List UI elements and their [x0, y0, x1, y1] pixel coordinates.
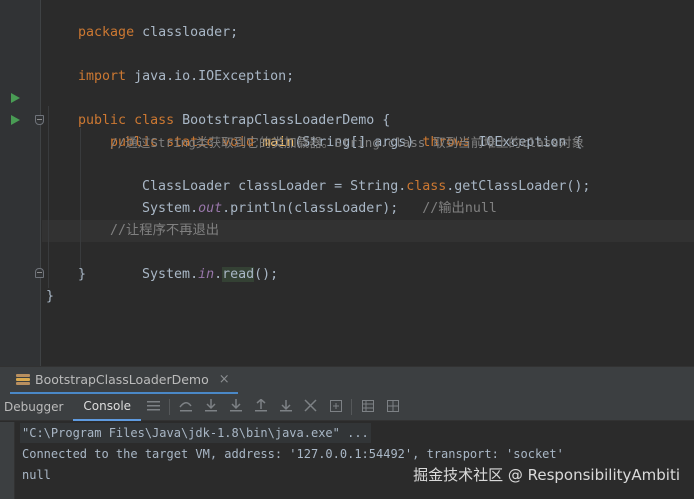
- run-main-icon[interactable]: [11, 115, 20, 125]
- run-tab-label: BootstrapClassLoaderDemo: [35, 372, 209, 387]
- step-over-icon[interactable]: [173, 400, 198, 415]
- step-into-icon[interactable]: [198, 399, 223, 415]
- code-line-println[interactable]: System.out.println(classLoader); //输出nul…: [110, 176, 497, 216]
- step-out-icon[interactable]: [248, 398, 273, 415]
- code-text: System.: [142, 267, 199, 282]
- close-icon[interactable]: ×: [219, 372, 230, 387]
- static-field: in: [198, 267, 215, 282]
- method-call: read: [222, 267, 255, 282]
- import-name: java.io.IOException;: [126, 69, 295, 84]
- fold-end-icon[interactable]: [35, 268, 44, 278]
- fold-collapse-icon[interactable]: [35, 115, 44, 125]
- evaluate-icon[interactable]: [323, 399, 348, 415]
- console-command-line[interactable]: "C:\Program Files\Java\jdk-1.8\bin\java.…: [20, 423, 371, 443]
- drop-frame-icon[interactable]: [273, 399, 298, 415]
- tool-window-header: BootstrapClassLoaderDemo ×: [0, 366, 694, 395]
- console-output-line: Connected to the target VM, address: '12…: [22, 447, 564, 461]
- closing-brace[interactable]: }: [78, 264, 86, 286]
- application-icon: [16, 373, 30, 386]
- table-icon[interactable]: [355, 399, 380, 415]
- code-text: ();: [254, 267, 279, 282]
- menu-icon[interactable]: [141, 400, 166, 414]
- code-comment: //输出null: [398, 201, 497, 216]
- watermark: 掘金技术社区 @ ResponsibilityAmbiti: [413, 466, 680, 484]
- console-output-line: null: [22, 468, 51, 482]
- editor-gutter[interactable]: [0, 0, 41, 366]
- code-comment[interactable]: //通过String类获取到它的类加载器。String.class 取到当前堆上…: [110, 132, 584, 154]
- package-name: classloader;: [134, 25, 239, 40]
- code-line-get-classloader[interactable]: ClassLoader classLoader = String.class.g…: [110, 154, 590, 194]
- code-line-read[interactable]: System.in.read();: [110, 242, 278, 282]
- code-text: .: [214, 267, 223, 282]
- toolbar-separator: [351, 399, 353, 415]
- settings-icon[interactable]: [380, 399, 405, 415]
- run-configuration-tab[interactable]: BootstrapClassLoaderDemo ×: [10, 367, 238, 395]
- closing-brace[interactable]: }: [46, 286, 54, 308]
- tab-console[interactable]: Console: [73, 394, 142, 421]
- code-line-class-declaration[interactable]: public class BootstrapClassLoaderDemo {: [46, 88, 390, 128]
- code-line-package[interactable]: package classloader;: [46, 0, 238, 40]
- console-side-toolbar: [0, 422, 15, 499]
- run-to-cursor-icon[interactable]: [298, 399, 323, 415]
- code-line-import[interactable]: import java.io.IOException;: [46, 44, 294, 84]
- static-field: out: [198, 201, 223, 216]
- tab-debugger[interactable]: Debugger: [0, 394, 73, 421]
- code-line-main-declaration[interactable]: public static void main(String[] args) t…: [78, 110, 582, 150]
- code-editor[interactable]: package classloader; import java.io.IOEx…: [0, 0, 694, 366]
- debug-toolbar: Debugger Console: [0, 394, 694, 421]
- code-text: .println(classLoader);: [222, 201, 399, 216]
- force-step-into-icon[interactable]: [223, 399, 248, 415]
- keyword: import: [78, 69, 127, 84]
- toolbar-separator: [169, 399, 171, 415]
- run-class-icon[interactable]: [11, 93, 20, 103]
- code-text: System.: [142, 201, 199, 216]
- code-comment[interactable]: //让程序不再退出: [110, 220, 219, 242]
- keyword: package: [78, 25, 135, 40]
